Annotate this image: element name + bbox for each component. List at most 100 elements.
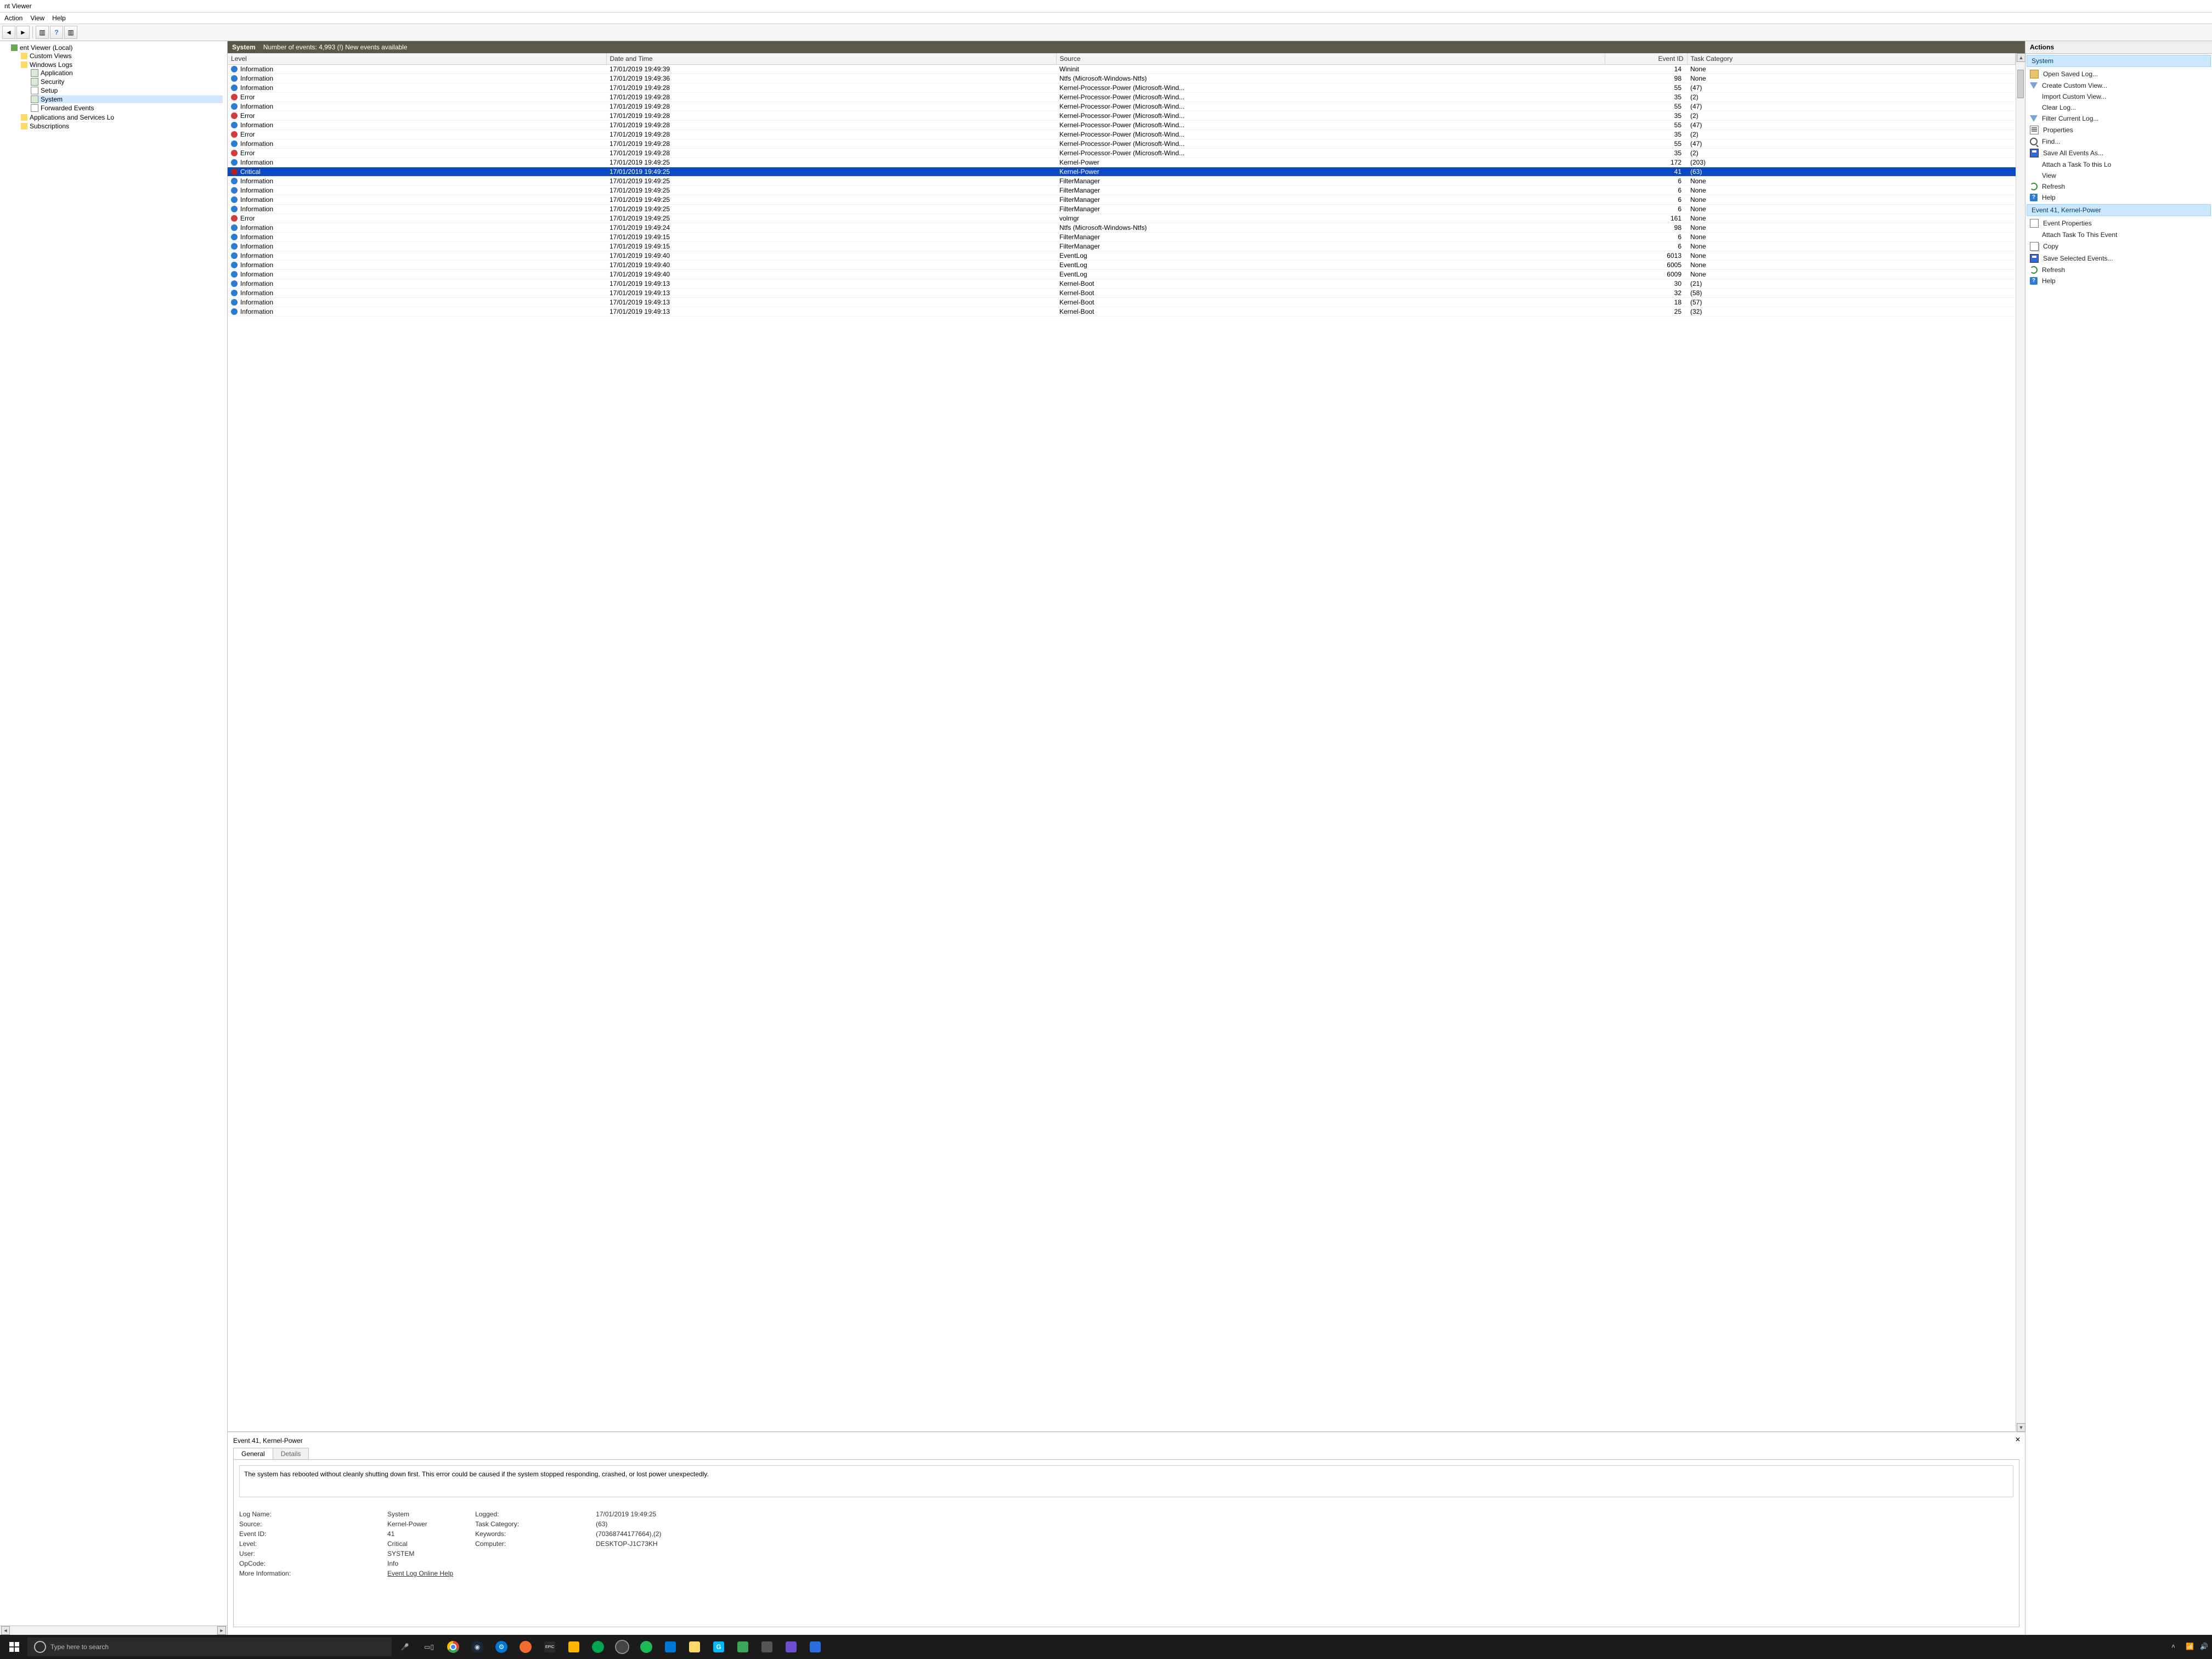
action-help-2[interactable]: ?Help (2025, 275, 2212, 286)
tree-forwarded[interactable]: Forwarded Events (31, 104, 223, 112)
taskbar-app-icon-4[interactable] (732, 1636, 754, 1658)
table-row[interactable]: Information17/01/2019 19:49:40EventLog60… (228, 251, 2016, 261)
tray-chevron-icon[interactable]: ˄ (2171, 1643, 2180, 1651)
tree-app-services[interactable]: Applications and Services Lo (21, 114, 224, 121)
toolbar-show-hide-button[interactable]: ▥ (36, 26, 49, 39)
table-row[interactable]: Error17/01/2019 19:49:28Kernel-Processor… (228, 149, 2016, 158)
tree-horizontal-scrollbar[interactable]: ◄ ► (0, 1626, 227, 1635)
col-level[interactable]: Level (228, 53, 606, 65)
table-row[interactable]: Information17/01/2019 19:49:15FilterMana… (228, 233, 2016, 242)
more-info-link[interactable]: Event Log Online Help (387, 1570, 453, 1577)
scroll-thumb[interactable] (2017, 70, 2024, 98)
action-clear-log[interactable]: Clear Log... (2025, 102, 2212, 113)
system-tray[interactable]: ˄ 📶 🔊 (2171, 1643, 2209, 1651)
tray-network-icon[interactable]: 📶 (2186, 1643, 2194, 1651)
table-row[interactable]: Information17/01/2019 19:49:39Wininit14N… (228, 65, 2016, 74)
taskbar-chrome-icon[interactable] (442, 1636, 464, 1658)
menu-help[interactable]: Help (52, 14, 66, 22)
tree-custom-views[interactable]: Custom Views (21, 52, 224, 60)
taskbar-search[interactable]: Type here to search (27, 1638, 392, 1656)
table-row[interactable]: Critical17/01/2019 19:49:25Kernel-Power4… (228, 167, 2016, 177)
taskbar-mail-icon[interactable] (659, 1636, 681, 1658)
tab-details[interactable]: Details (273, 1448, 309, 1460)
action-refresh[interactable]: Refresh (2025, 181, 2212, 192)
action-attach-task-event[interactable]: Attach Task To This Event (2025, 229, 2212, 240)
tab-general[interactable]: General (233, 1448, 273, 1460)
menu-view[interactable]: View (30, 14, 44, 22)
tray-volume-icon[interactable]: 🔊 (2200, 1643, 2209, 1651)
toolbar-help-button[interactable]: ? (50, 26, 63, 39)
action-event-properties[interactable]: Event Properties (2025, 217, 2212, 229)
action-import-custom-view[interactable]: Import Custom View... (2025, 91, 2212, 102)
table-row[interactable]: Information17/01/2019 19:49:25FilterMana… (228, 177, 2016, 186)
col-task[interactable]: Task Category (1687, 53, 2016, 65)
table-row[interactable]: Information17/01/2019 19:49:25FilterMana… (228, 205, 2016, 214)
events-vertical-scrollbar[interactable]: ▲ ▼ (2016, 53, 2025, 1432)
action-save-all-events[interactable]: Save All Events As... (2025, 147, 2212, 159)
taskbar-app-icon-7[interactable] (804, 1636, 826, 1658)
action-filter-current-log[interactable]: Filter Current Log... (2025, 113, 2212, 124)
table-row[interactable]: Information17/01/2019 19:49:25FilterMana… (228, 186, 2016, 195)
col-date[interactable]: Date and Time (606, 53, 1056, 65)
taskbar-app-icon-2[interactable] (587, 1636, 609, 1658)
taskbar-app-icon-3[interactable] (611, 1636, 633, 1658)
action-attach-task-log[interactable]: Attach a Task To this Lo (2025, 159, 2212, 170)
action-copy[interactable]: Copy (2025, 240, 2212, 252)
action-find[interactable]: Find... (2025, 136, 2212, 147)
table-row[interactable]: Information17/01/2019 19:49:36Ntfs (Micr… (228, 74, 2016, 83)
tree-setup[interactable]: Setup (31, 87, 223, 94)
table-row[interactable]: Information17/01/2019 19:49:25Kernel-Pow… (228, 158, 2016, 167)
taskbar-settings-icon[interactable]: ⚙ (490, 1636, 512, 1658)
table-row[interactable]: Information17/01/2019 19:49:13Kernel-Boo… (228, 298, 2016, 307)
table-row[interactable]: Information17/01/2019 19:49:25FilterMana… (228, 195, 2016, 205)
taskbar-epic-icon[interactable]: EPIC (539, 1636, 561, 1658)
taskbar-taskview-icon[interactable]: ▭▯ (418, 1636, 440, 1658)
table-row[interactable]: Information17/01/2019 19:49:13Kernel-Boo… (228, 289, 2016, 298)
table-row[interactable]: Information17/01/2019 19:49:28Kernel-Pro… (228, 83, 2016, 93)
taskbar-mic-icon[interactable]: 🎤 (394, 1636, 416, 1658)
scroll-down-icon[interactable]: ▼ (2017, 1423, 2025, 1432)
scroll-up-icon[interactable]: ▲ (2017, 53, 2025, 62)
taskbar-app-icon-6[interactable] (780, 1636, 802, 1658)
taskbar-steam-icon[interactable]: ◉ (466, 1636, 488, 1658)
scroll-right-icon[interactable]: ► (217, 1626, 226, 1635)
col-source[interactable]: Source (1056, 53, 1605, 65)
table-row[interactable]: Information17/01/2019 19:49:28Kernel-Pro… (228, 102, 2016, 111)
taskbar-spotify-icon[interactable] (635, 1636, 657, 1658)
col-event-id[interactable]: Event ID (1605, 53, 1687, 65)
table-row[interactable]: Information17/01/2019 19:49:40EventLog60… (228, 270, 2016, 279)
action-save-selected[interactable]: Save Selected Events... (2025, 252, 2212, 264)
taskbar-origin-icon[interactable] (515, 1636, 537, 1658)
menu-action[interactable]: Action (4, 14, 22, 22)
table-row[interactable]: Information17/01/2019 19:49:24Ntfs (Micr… (228, 223, 2016, 233)
start-button[interactable] (3, 1636, 25, 1658)
action-refresh-2[interactable]: Refresh (2025, 264, 2212, 275)
action-open-saved-log[interactable]: Open Saved Log... (2025, 68, 2212, 80)
table-row[interactable]: Information17/01/2019 19:49:13Kernel-Boo… (228, 307, 2016, 317)
toolbar-back-button[interactable]: ◄ (2, 26, 15, 39)
tree-security[interactable]: Security (31, 78, 223, 86)
table-row[interactable]: Error17/01/2019 19:49:28Kernel-Processor… (228, 93, 2016, 102)
detail-close-button[interactable]: ✕ (2015, 1436, 2021, 1443)
table-row[interactable]: Information17/01/2019 19:49:28Kernel-Pro… (228, 121, 2016, 130)
action-properties[interactable]: Properties (2025, 124, 2212, 136)
tree-windows-logs[interactable]: Windows Logs (21, 61, 224, 69)
tree-application[interactable]: Application (31, 69, 223, 77)
tree-root[interactable]: ent Viewer (Local) (11, 44, 225, 52)
taskbar-app-icon-1[interactable] (563, 1636, 585, 1658)
table-row[interactable]: Error17/01/2019 19:49:28Kernel-Processor… (228, 130, 2016, 139)
table-row[interactable]: Information17/01/2019 19:49:40EventLog60… (228, 261, 2016, 270)
taskbar-explorer-icon[interactable] (684, 1636, 706, 1658)
tree-subscriptions[interactable]: Subscriptions (21, 122, 224, 130)
table-row[interactable]: Error17/01/2019 19:49:28Kernel-Processor… (228, 111, 2016, 121)
taskbar-logitech-icon[interactable]: G (708, 1636, 730, 1658)
taskbar-app-icon-5[interactable] (756, 1636, 778, 1658)
toolbar-extra-button[interactable]: ▥ (64, 26, 77, 39)
tree-system[interactable]: System (31, 95, 223, 103)
table-row[interactable]: Error17/01/2019 19:49:25volmgr161None (228, 214, 2016, 223)
action-create-custom-view[interactable]: Create Custom View... (2025, 80, 2212, 91)
scroll-left-icon[interactable]: ◄ (1, 1626, 10, 1635)
toolbar-forward-button[interactable]: ► (16, 26, 30, 39)
table-row[interactable]: Information17/01/2019 19:49:13Kernel-Boo… (228, 279, 2016, 289)
table-row[interactable]: Information17/01/2019 19:49:28Kernel-Pro… (228, 139, 2016, 149)
